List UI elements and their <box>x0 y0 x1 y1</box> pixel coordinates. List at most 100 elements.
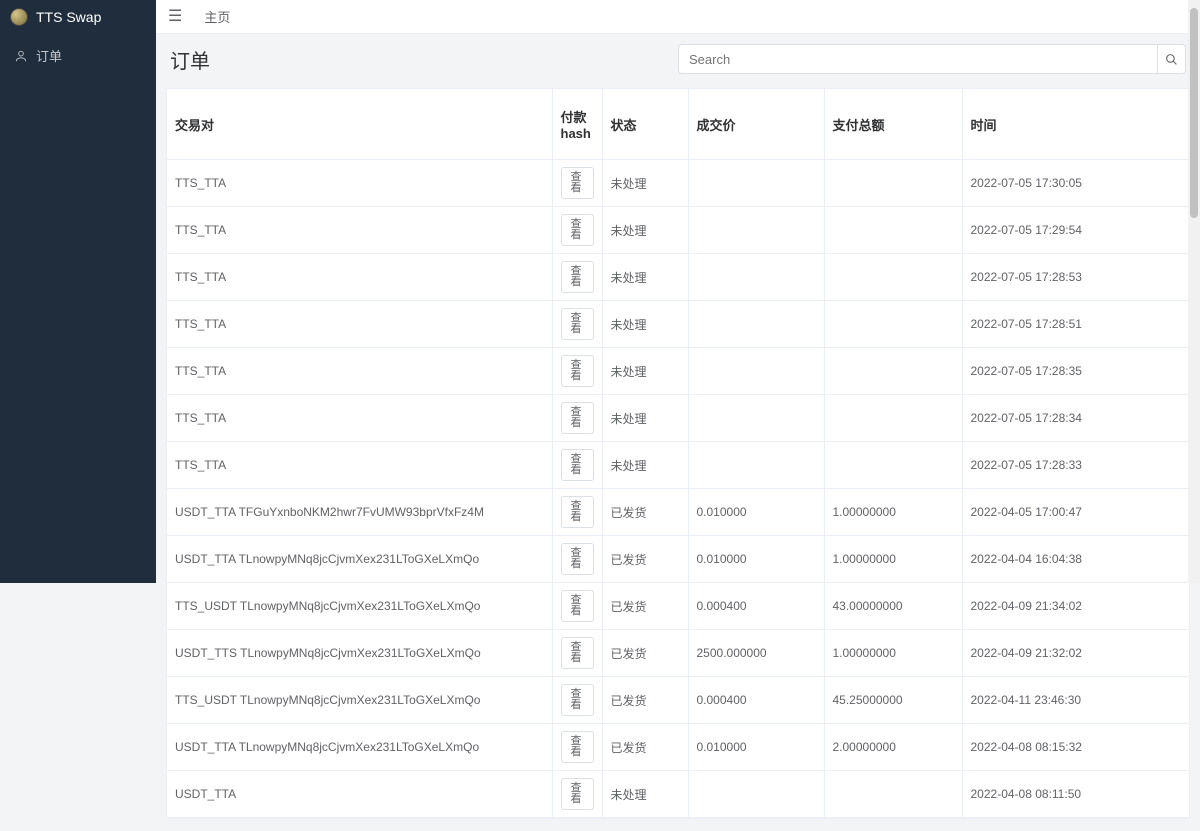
menu-toggle-icon[interactable]: ☰ <box>168 9 182 25</box>
cell-pair: TTS_TTA <box>167 395 552 442</box>
cell-status: 已发货 <box>602 583 688 630</box>
cell-hash: 查看 <box>552 724 602 771</box>
sidebar-item-label: 订单 <box>36 46 62 65</box>
sidebar-item-orders[interactable]: 订单 <box>0 34 156 77</box>
table-row: TTS_TTA 查看 未处理 2022-07-05 17:28:33 <box>167 442 1189 489</box>
view-button[interactable]: 查看 <box>561 731 594 763</box>
view-button[interactable]: 查看 <box>561 543 594 575</box>
cell-hash: 查看 <box>552 630 602 677</box>
cell-price: 0.010000 <box>688 489 824 536</box>
cell-pair: USDT_TTA TFGuYxnboNKM2hwr7FvUMW93bprVfxF… <box>167 489 552 536</box>
table-row: TTS_TTA 查看 未处理 2022-07-05 17:28:53 <box>167 254 1189 301</box>
orders-card: 交易对 付款hash 状态 成交价 支付总额 时间 TTS_TTA 查看 未处理… <box>166 88 1190 819</box>
th-amount: 支付总额 <box>824 89 962 160</box>
cell-time: 2022-07-05 17:28:51 <box>962 301 1189 348</box>
cell-price: 0.000400 <box>688 583 824 630</box>
cell-hash: 查看 <box>552 301 602 348</box>
cell-price <box>688 301 824 348</box>
search-button[interactable] <box>1158 44 1186 74</box>
view-button[interactable]: 查看 <box>561 402 594 434</box>
view-button[interactable]: 查看 <box>561 214 594 246</box>
cell-time: 2022-07-05 17:30:05 <box>962 160 1189 207</box>
cell-hash: 查看 <box>552 583 602 630</box>
topbar: ☰ 主页 <box>156 0 1200 34</box>
cell-hash: 查看 <box>552 254 602 301</box>
cell-time: 2022-04-09 21:32:02 <box>962 630 1189 677</box>
scroll-thumb[interactable] <box>1190 8 1198 218</box>
cell-status: 未处理 <box>602 301 688 348</box>
table-row: USDT_TTA TFGuYxnboNKM2hwr7FvUMW93bprVfxF… <box>167 489 1189 536</box>
view-button[interactable]: 查看 <box>561 778 594 810</box>
search-group <box>678 44 1186 74</box>
scrollbar[interactable] <box>1188 0 1200 583</box>
cell-status: 已发货 <box>602 536 688 583</box>
table-row: TTS_USDT TLnowpyMNq8jcCjvmXex231LToGXeLX… <box>167 583 1189 630</box>
table-row: TTS_TTA 查看 未处理 2022-07-05 17:28:51 <box>167 301 1189 348</box>
cell-status: 已发货 <box>602 724 688 771</box>
view-button[interactable]: 查看 <box>561 684 594 716</box>
cell-amount: 1.00000000 <box>824 536 962 583</box>
cell-amount: 2.00000000 <box>824 724 962 771</box>
cell-hash: 查看 <box>552 677 602 724</box>
cell-hash: 查看 <box>552 771 602 818</box>
cell-price: 0.010000 <box>688 724 824 771</box>
table-row: TTS_TTA 查看 未处理 2022-07-05 17:28:35 <box>167 348 1189 395</box>
table-row: USDT_TTA TLnowpyMNq8jcCjvmXex231LToGXeLX… <box>167 536 1189 583</box>
cell-price <box>688 254 824 301</box>
main: ☰ 主页 订单 交易对 付款hash 状态 成交价 支付总额 时间 <box>156 0 1200 831</box>
view-button[interactable]: 查看 <box>561 308 594 340</box>
cell-status: 已发货 <box>602 630 688 677</box>
view-button[interactable]: 查看 <box>561 355 594 387</box>
cell-price <box>688 771 824 818</box>
cell-pair: TTS_TTA <box>167 254 552 301</box>
search-input[interactable] <box>678 44 1158 74</box>
th-hash: 付款hash <box>552 89 602 160</box>
content-header: 订单 <box>156 34 1200 88</box>
cell-hash: 查看 <box>552 442 602 489</box>
cell-status: 未处理 <box>602 160 688 207</box>
cell-time: 2022-04-08 08:15:32 <box>962 724 1189 771</box>
cell-amount: 1.00000000 <box>824 630 962 677</box>
th-status: 状态 <box>602 89 688 160</box>
cell-status: 已发货 <box>602 677 688 724</box>
cell-hash: 查看 <box>552 207 602 254</box>
table-header-row: 交易对 付款hash 状态 成交价 支付总额 时间 <box>167 89 1189 160</box>
cell-amount <box>824 442 962 489</box>
cell-status: 未处理 <box>602 442 688 489</box>
cell-status: 未处理 <box>602 207 688 254</box>
orders-table: 交易对 付款hash 状态 成交价 支付总额 时间 TTS_TTA 查看 未处理… <box>167 89 1189 818</box>
cell-price: 0.000400 <box>688 677 824 724</box>
cell-time: 2022-04-04 16:04:38 <box>962 536 1189 583</box>
cell-price: 2500.000000 <box>688 630 824 677</box>
view-button[interactable]: 查看 <box>561 496 594 528</box>
cell-time: 2022-04-08 08:11:50 <box>962 771 1189 818</box>
table-row: USDT_TTS TLnowpyMNq8jcCjvmXex231LToGXeLX… <box>167 630 1189 677</box>
cell-time: 2022-07-05 17:28:35 <box>962 348 1189 395</box>
cell-time: 2022-07-05 17:28:34 <box>962 395 1189 442</box>
view-button[interactable]: 查看 <box>561 261 594 293</box>
cell-price <box>688 207 824 254</box>
table-row: USDT_TTA 查看 未处理 2022-04-08 08:11:50 <box>167 771 1189 818</box>
cell-pair: USDT_TTA TLnowpyMNq8jcCjvmXex231LToGXeLX… <box>167 724 552 771</box>
view-button[interactable]: 查看 <box>561 637 594 669</box>
cell-pair: USDT_TTS TLnowpyMNq8jcCjvmXex231LToGXeLX… <box>167 630 552 677</box>
cell-amount <box>824 771 962 818</box>
table-row: USDT_TTA TLnowpyMNq8jcCjvmXex231LToGXeLX… <box>167 724 1189 771</box>
sidebar-header: TTS Swap <box>0 0 156 34</box>
view-button[interactable]: 查看 <box>561 167 594 199</box>
cell-time: 2022-04-11 23:46:30 <box>962 677 1189 724</box>
cell-price <box>688 160 824 207</box>
view-button[interactable]: 查看 <box>561 449 594 481</box>
cell-amount <box>824 395 962 442</box>
cell-hash: 查看 <box>552 536 602 583</box>
breadcrumb[interactable]: 主页 <box>204 7 230 26</box>
cell-hash: 查看 <box>552 395 602 442</box>
cell-price <box>688 395 824 442</box>
cell-time: 2022-07-05 17:28:33 <box>962 442 1189 489</box>
cell-pair: TTS_USDT TLnowpyMNq8jcCjvmXex231LToGXeLX… <box>167 677 552 724</box>
th-time: 时间 <box>962 89 1189 160</box>
view-button[interactable]: 查看 <box>561 590 594 622</box>
cell-time: 2022-04-09 21:34:02 <box>962 583 1189 630</box>
cell-time: 2022-07-05 17:28:53 <box>962 254 1189 301</box>
cell-hash: 查看 <box>552 489 602 536</box>
